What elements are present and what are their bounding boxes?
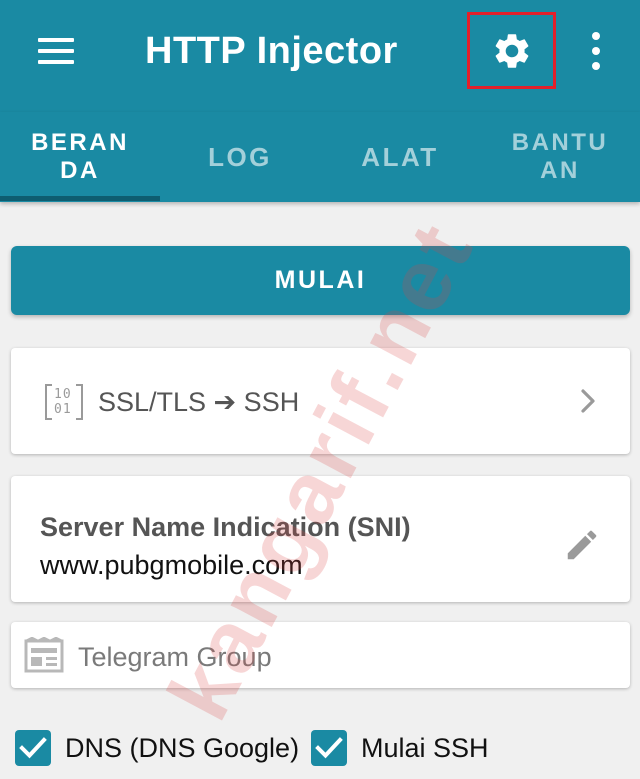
dns-option[interactable]: DNS (DNS Google) (15, 728, 299, 768)
dns-checkbox[interactable] (15, 730, 51, 766)
start-ssh-option[interactable]: Mulai SSH (311, 728, 489, 768)
app-bar: HTTP Injector (0, 0, 640, 112)
active-tab-indicator (0, 196, 160, 201)
tab-beranda[interactable]: BERANDA (0, 112, 160, 202)
start-ssh-checkbox[interactable] (311, 730, 347, 766)
tunnel-mode-card[interactable]: 10 01 SSL/TLS ➔ SSH (11, 348, 630, 454)
pencil-icon[interactable] (563, 526, 601, 564)
start-ssh-option-label: Mulai SSH (361, 732, 489, 763)
dns-option-label: DNS (DNS Google) (65, 732, 300, 763)
newspaper-icon (24, 636, 64, 673)
tab-bar: BERANDA LOG ALAT BANTUAN (0, 112, 640, 202)
telegram-group-card[interactable]: Telegram Group (11, 622, 630, 688)
sni-value: www.pubgmobile.com (40, 550, 303, 580)
app-title: HTTP Injector (145, 30, 398, 72)
start-button[interactable]: MULAI (11, 246, 630, 315)
hamburger-menu-icon[interactable] (38, 38, 74, 64)
telegram-group-label: Telegram Group (78, 642, 272, 672)
tab-alat[interactable]: ALAT (320, 112, 480, 202)
tunnel-mode-label: SSL/TLS ➔ SSH (98, 387, 300, 417)
vertical-dots-icon[interactable] (586, 32, 606, 70)
gear-icon[interactable] (491, 30, 533, 72)
sni-title: Server Name Indication (SNI) (40, 512, 411, 542)
sni-card: Server Name Indication (SNI) www.pubgmob… (11, 476, 630, 602)
chevron-right-icon (577, 388, 601, 414)
binary-code-icon: 10 01 (45, 384, 83, 420)
tab-log[interactable]: LOG (160, 112, 320, 202)
tab-bantuan[interactable]: BANTUAN (480, 112, 640, 202)
